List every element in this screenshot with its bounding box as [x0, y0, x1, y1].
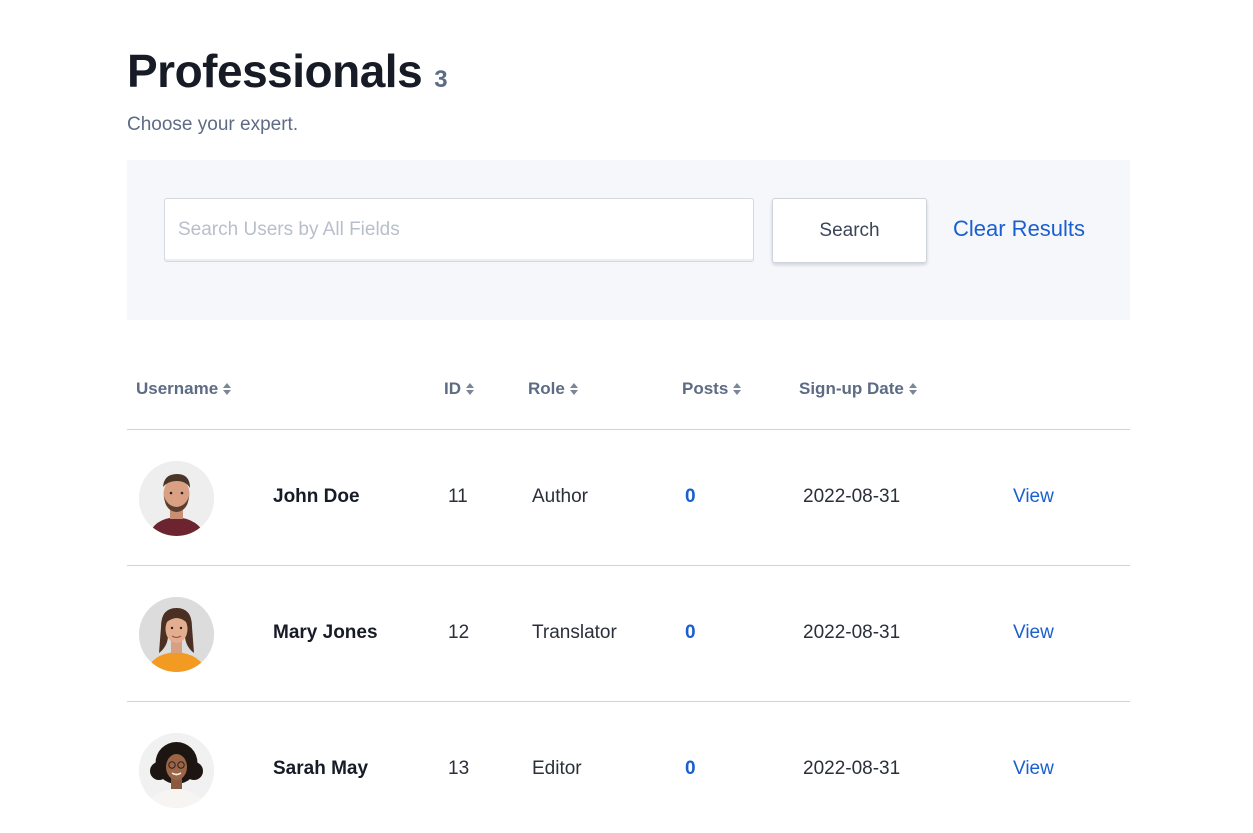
sort-icon: [466, 382, 474, 396]
user-role: Editor: [532, 758, 582, 779]
column-label-id: ID: [444, 379, 461, 398]
user-posts-link[interactable]: 0: [685, 758, 696, 780]
avatar: [139, 461, 214, 536]
user-posts-link[interactable]: 0: [685, 622, 696, 644]
column-header-posts[interactable]: Posts: [682, 379, 742, 399]
title-row: Professionals 3: [127, 44, 448, 98]
user-id: 11: [448, 486, 468, 507]
column-label-posts: Posts: [682, 379, 729, 398]
page-header: Professionals 3: [127, 44, 448, 98]
column-label-username: Username: [136, 379, 219, 398]
user-id: 13: [448, 758, 470, 779]
column-header-signup-date[interactable]: Sign-up Date: [799, 379, 917, 399]
avatar: [139, 597, 214, 672]
view-user-link[interactable]: View: [1013, 622, 1054, 644]
avatar-man-beard-icon: [139, 461, 214, 536]
user-signup-date: 2022-08-31: [803, 758, 901, 779]
column-header-id[interactable]: ID: [444, 379, 474, 399]
search-input[interactable]: [164, 198, 754, 262]
user-posts-link[interactable]: 0: [685, 486, 696, 508]
page-title: Professionals: [127, 45, 423, 97]
user-name: John Doe: [273, 486, 360, 507]
sort-icon: [733, 382, 742, 396]
view-user-link[interactable]: View: [1013, 758, 1054, 780]
users-table: Username ID Role Posts Sign-up Date John…: [127, 360, 1130, 833]
column-label-signup-date: Sign-up Date: [799, 379, 904, 398]
user-signup-date: 2022-08-31: [803, 486, 901, 507]
user-role: Author: [532, 486, 588, 507]
user-role: Translator: [532, 622, 617, 643]
results-count: 3: [434, 66, 448, 93]
search-button[interactable]: Search: [772, 198, 927, 263]
user-name: Sarah May: [273, 758, 369, 779]
avatar-woman-curly-hair-icon: [139, 733, 214, 808]
sort-icon: [569, 382, 578, 396]
table-row: Mary Jones 12 Translator 0 2022-08-31 Vi…: [127, 566, 1130, 702]
sort-icon: [908, 382, 917, 396]
column-label-role: Role: [528, 379, 565, 398]
user-signup-date: 2022-08-31: [803, 622, 901, 643]
table-header: Username ID Role Posts Sign-up Date: [127, 360, 1130, 430]
user-name: Mary Jones: [273, 622, 378, 643]
view-user-link[interactable]: View: [1013, 486, 1054, 508]
clear-results-link[interactable]: Clear Results: [953, 216, 1085, 242]
column-header-username[interactable]: Username: [136, 379, 232, 399]
avatar-woman-orange-top-icon: [139, 597, 214, 672]
sort-icon: [223, 382, 232, 396]
page-subtitle: Choose your expert.: [127, 114, 299, 135]
search-panel: Search Clear Results: [127, 160, 1130, 320]
column-header-role[interactable]: Role: [528, 379, 578, 399]
user-id: 12: [448, 622, 470, 643]
avatar: [139, 733, 214, 808]
table-row: John Doe 11 Author 0 2022-08-31 View: [127, 430, 1130, 566]
table-row: Sarah May 13 Editor 0 2022-08-31 View: [127, 702, 1130, 833]
